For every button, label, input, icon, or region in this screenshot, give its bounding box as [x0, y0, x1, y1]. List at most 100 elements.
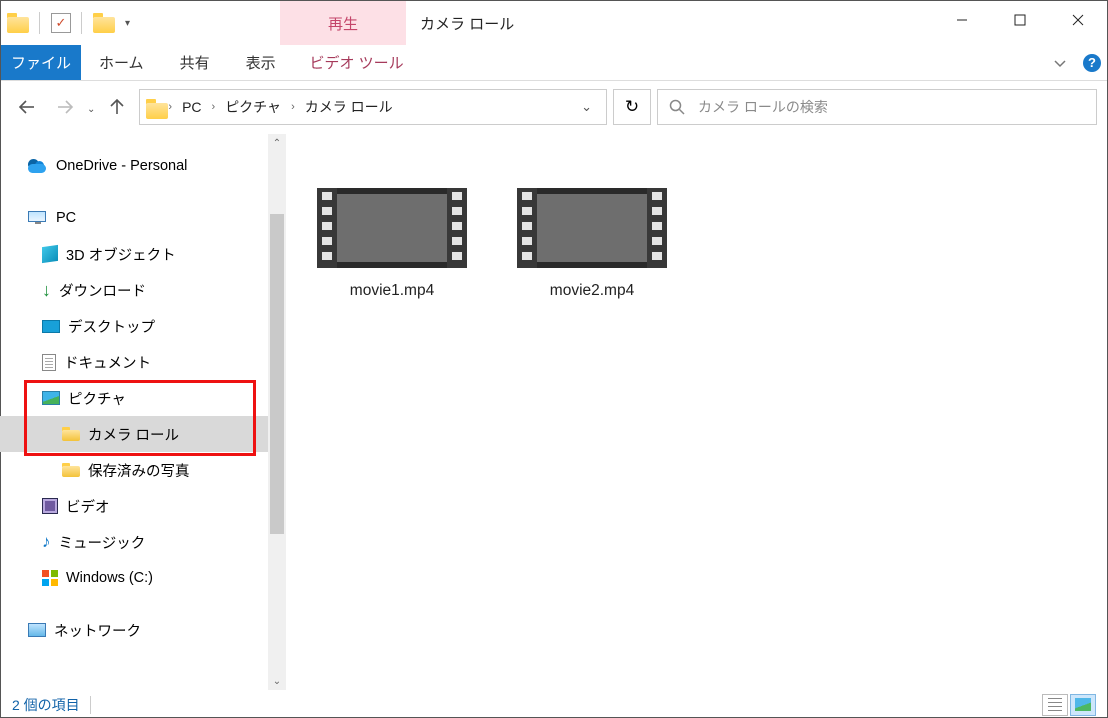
pictures-icon	[42, 391, 60, 405]
tab-video-tools[interactable]: ビデオ ツール	[294, 45, 420, 80]
nav-history-dropdown[interactable]: ⌄	[87, 98, 95, 115]
network-icon	[28, 623, 46, 637]
large-icons-view-button[interactable]	[1070, 694, 1096, 716]
nav-scrollbar[interactable]: ⌃ ⌄	[268, 134, 286, 690]
app-folder-icon	[7, 13, 29, 33]
address-folder-icon	[146, 99, 164, 114]
search-box[interactable]	[657, 89, 1097, 125]
breadcrumb-pc[interactable]: PC	[176, 99, 207, 115]
details-view-icon	[1048, 698, 1062, 711]
ribbon-tabs: ファイル ホーム 共有 表示 ビデオ ツール ?	[1, 45, 1107, 81]
folder-icon	[62, 427, 80, 441]
desktop-icon	[42, 320, 60, 333]
file-item[interactable]: movie2.mp4	[516, 188, 668, 300]
folder-icon	[62, 463, 80, 477]
tree-label: ダウンロード	[59, 280, 146, 301]
help-icon: ?	[1083, 54, 1101, 72]
search-icon	[668, 98, 686, 116]
window-title: カメラ ロール	[406, 1, 933, 45]
navigation-pane: ⌃ ⌄ OneDrive - Personal PC 3D オブジェクト ↓ ダ…	[0, 134, 286, 690]
status-bar: 2 個の項目	[0, 690, 1108, 718]
minimize-button[interactable]	[933, 1, 991, 39]
large-icons-view-icon	[1075, 698, 1091, 711]
qat-properties-button[interactable]: ✓	[51, 13, 71, 33]
items-row: movie1.mp4 movie2.mp4	[316, 188, 1108, 300]
breadcrumb-camera-roll[interactable]: カメラ ロール	[299, 97, 399, 117]
pc-icon	[28, 211, 48, 225]
item-count: 2 個の項目	[12, 695, 80, 715]
refresh-icon: ↻	[625, 97, 639, 117]
search-input[interactable]	[696, 98, 1086, 116]
tree-pc[interactable]: PC	[0, 200, 286, 236]
tree-music[interactable]: ♪ ミュージック	[0, 524, 286, 560]
file-name: movie1.mp4	[316, 282, 468, 300]
details-view-button[interactable]	[1042, 694, 1068, 716]
help-button[interactable]: ?	[1077, 45, 1107, 80]
scroll-down-button[interactable]: ⌄	[268, 672, 286, 690]
address-bar[interactable]: › PC › ピクチャ › カメラ ロール ⌄	[139, 89, 607, 125]
title-bar: ✓ ▾ 再生 カメラ ロール	[1, 1, 1107, 45]
refresh-button[interactable]: ↻	[613, 89, 651, 125]
tab-home[interactable]: ホーム	[81, 45, 162, 80]
tree-label: OneDrive - Personal	[56, 158, 187, 174]
back-button[interactable]	[11, 91, 43, 123]
tree-spacer	[0, 184, 286, 200]
file-list[interactable]: movie1.mp4 movie2.mp4	[286, 134, 1108, 690]
body: ⌃ ⌄ OneDrive - Personal PC 3D オブジェクト ↓ ダ…	[0, 134, 1108, 690]
window-controls	[933, 1, 1107, 45]
breadcrumb-pictures[interactable]: ピクチャ	[219, 97, 287, 117]
navigation-bar: ⌄ › PC › ピクチャ › カメラ ロール ⌄ ↻	[1, 81, 1107, 133]
tab-share[interactable]: 共有	[162, 45, 228, 80]
scroll-thumb[interactable]	[270, 214, 284, 534]
tree-label: 保存済みの写真	[88, 460, 190, 481]
contextual-tab-group: 再生	[280, 1, 406, 45]
breadcrumb-separator[interactable]: ›	[210, 101, 218, 113]
tree-network[interactable]: ネットワーク	[0, 612, 286, 648]
tree-desktop[interactable]: デスクトップ	[0, 308, 286, 344]
forward-button[interactable]	[49, 91, 81, 123]
tree-documents[interactable]: ドキュメント	[0, 344, 286, 380]
file-item[interactable]: movie1.mp4	[316, 188, 468, 300]
tree-label: Windows (C:)	[66, 570, 153, 586]
tree-label: ミュージック	[59, 532, 146, 553]
tab-view[interactable]: 表示	[228, 45, 294, 80]
music-icon: ♪	[42, 532, 51, 552]
videos-icon	[42, 498, 58, 514]
document-icon	[42, 354, 56, 371]
tree-pictures[interactable]: ピクチャ	[0, 380, 286, 416]
qat-customize-dropdown[interactable]: ▾	[121, 18, 134, 29]
download-icon: ↓	[42, 280, 51, 301]
file-name: movie2.mp4	[516, 282, 668, 300]
tree-spacer	[0, 596, 286, 612]
tree-3d-objects[interactable]: 3D オブジェクト	[0, 236, 286, 272]
tree-onedrive[interactable]: OneDrive - Personal	[0, 148, 286, 184]
tree-camera-roll[interactable]: カメラ ロール	[0, 416, 286, 452]
address-dropdown[interactable]: ⌄	[573, 99, 600, 115]
tree-label: ビデオ	[66, 496, 110, 517]
ribbon-collapse-button[interactable]	[1043, 45, 1077, 80]
tree-downloads[interactable]: ↓ ダウンロード	[0, 272, 286, 308]
status-separator	[90, 696, 91, 714]
view-switcher	[1042, 694, 1096, 716]
tree-label: ドキュメント	[64, 352, 151, 373]
windows-drive-icon	[42, 570, 58, 586]
breadcrumb-separator[interactable]: ›	[289, 101, 297, 113]
qat-separator	[39, 12, 41, 34]
tree-saved-pictures[interactable]: 保存済みの写真	[0, 452, 286, 488]
video-thumbnail-icon	[317, 188, 467, 268]
tree-windows-c[interactable]: Windows (C:)	[0, 560, 286, 596]
scroll-up-button[interactable]: ⌃	[268, 134, 286, 152]
tree-label: ピクチャ	[68, 388, 126, 409]
tree-label: 3D オブジェクト	[66, 244, 176, 265]
qat-new-folder-icon[interactable]	[93, 13, 115, 33]
quick-access-toolbar: ✓ ▾	[1, 1, 140, 45]
tree-videos[interactable]: ビデオ	[0, 488, 286, 524]
file-tab[interactable]: ファイル	[1, 45, 81, 80]
maximize-button[interactable]	[991, 1, 1049, 39]
tree-label: ネットワーク	[54, 620, 141, 641]
onedrive-icon	[28, 159, 48, 173]
close-button[interactable]	[1049, 1, 1107, 39]
cube-icon	[42, 245, 58, 263]
up-button[interactable]	[101, 91, 133, 123]
contextual-tab-title: 再生	[280, 1, 406, 45]
